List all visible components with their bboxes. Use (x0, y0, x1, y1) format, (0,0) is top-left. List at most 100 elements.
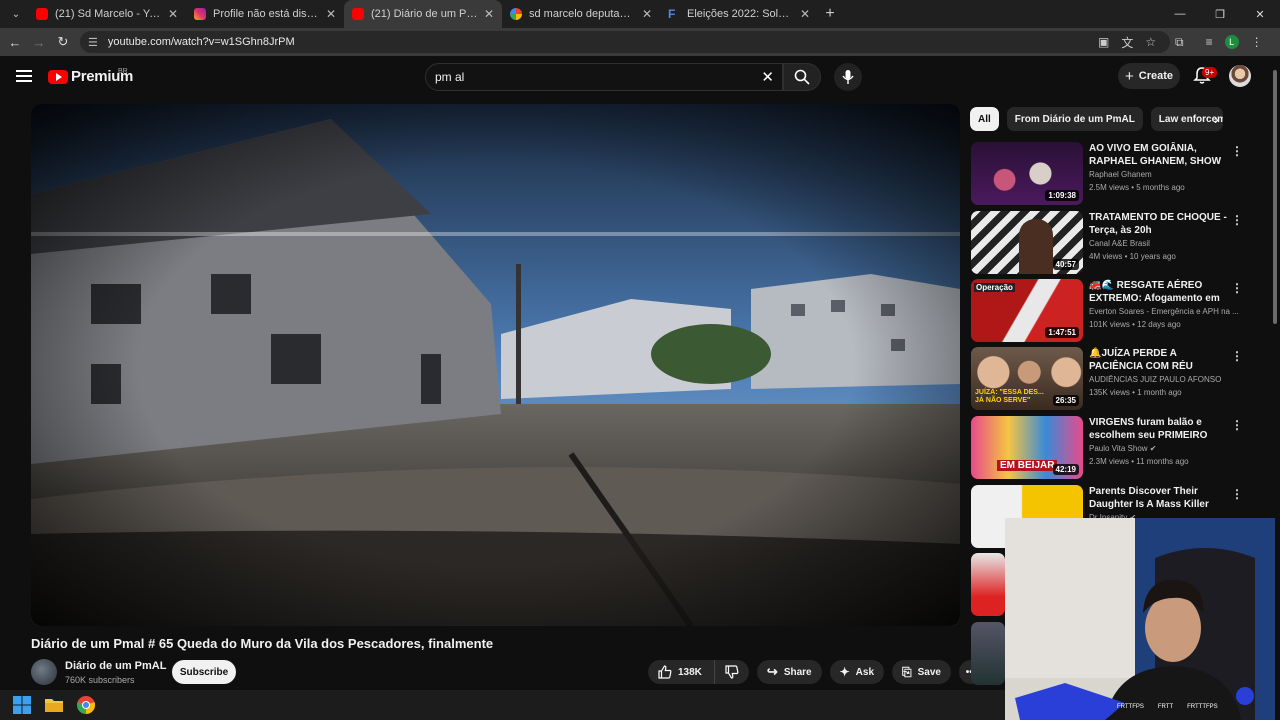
back-icon[interactable]: ← (3, 35, 27, 50)
video-thumbnail[interactable]: Operação 1:47:51 (971, 279, 1083, 342)
thumbnail-caption: JUÍZA: "ESSA DES... JÁ NÃO SERVE" (975, 389, 1044, 404)
url-bar[interactable]: ☰ youtube.com/watch?v=w1SGhn8JrPM (80, 31, 1170, 53)
tab-title: (21) Diário de um Pmal # 65 Qu (371, 8, 478, 20)
filter-chips: All From Diário de um PmAL Law enforceme (970, 107, 1223, 131)
webcam-label: FRTTFPS (1117, 704, 1144, 710)
channel-avatar[interactable] (31, 659, 57, 685)
window-controls: — ❐ ✕ (1160, 0, 1280, 28)
close-tab-icon[interactable]: ✕ (800, 7, 810, 21)
save-label: Save (917, 666, 941, 678)
recommendation-item[interactable]: Operação 1:47:51 🚒🌊 RESGATE AÉREO EXTREM… (971, 279, 1271, 343)
video-duration: 42:19 (1052, 464, 1079, 475)
video-duration: 40:57 (1052, 259, 1079, 270)
chip-law-enforcement[interactable]: Law enforceme (1150, 107, 1223, 131)
recommendation-item[interactable]: 40:57 TRATAMENTO DE CHOQUE - Terça, às 2… (971, 211, 1271, 275)
close-window-icon[interactable]: ✕ (1240, 0, 1280, 28)
media-control-icon[interactable]: ≡ (1206, 35, 1213, 49)
cast-icon[interactable]: ▣ (1098, 35, 1109, 49)
recommendation-channel: Paulo Vita Show ✔ (1089, 444, 1157, 453)
site-info-icon[interactable]: ☰ (88, 36, 98, 49)
recommendation-item[interactable]: JUÍZA: "ESSA DES... JÁ NÃO SERVE" 26:35 … (971, 347, 1271, 411)
video-thumbnail[interactable]: EM BEIJAR 42:19 (971, 416, 1083, 479)
video-frame (31, 104, 960, 626)
more-vert-icon[interactable]: ⋮ (1231, 144, 1243, 158)
video-duration: 1:47:51 (1045, 327, 1079, 338)
video-thumbnail[interactable] (971, 553, 1005, 616)
more-vert-icon[interactable]: ⋮ (1231, 213, 1243, 227)
youtube-header: Premium BR pm al ✕ + Create (0, 56, 1280, 98)
close-tab-icon[interactable]: ✕ (168, 7, 178, 21)
file-explorer-icon[interactable] (44, 695, 64, 715)
recommendation-channel: AUDIÊNCIAS JUIZ PAULO AFONSO (1089, 375, 1222, 384)
close-tab-icon[interactable]: ✕ (642, 7, 652, 21)
subscribe-button[interactable]: Subscribe (172, 660, 236, 684)
chevron-right-icon[interactable]: › (1214, 111, 1219, 127)
recommendation-meta: 4M views • 10 years ago (1089, 252, 1176, 261)
more-vert-icon[interactable]: ⋮ (1231, 281, 1243, 295)
tab-title: (21) Sd Marcelo - YouTube (55, 8, 162, 20)
menu-icon[interactable] (16, 70, 32, 82)
video-actions: 138K ↪ Share ✦ Ask ⎘ Save ••• (648, 660, 983, 684)
recommendation-meta: 2.3M views • 11 months ago (1089, 457, 1189, 466)
video-thumbnail[interactable] (971, 622, 1005, 685)
browser-tab-active[interactable]: (21) Diário de um Pmal # 65 Qu ✕ (344, 0, 502, 28)
recommendation-title: AO VIVO EM GOIÂNIA, RAPHAEL GHANEM, SHOW… (1089, 143, 1222, 167)
video-player[interactable] (31, 104, 960, 626)
recommendation-title: 🚒🌊 RESGATE AÉREO EXTREMO: Afogamento em … (1089, 280, 1220, 304)
youtube-logo[interactable]: Premium BR (48, 68, 133, 85)
plus-icon: + (1124, 67, 1134, 85)
recommendation-item[interactable]: EM BEIJAR 42:19 VIRGENS furam balão e es… (971, 416, 1271, 480)
close-tab-icon[interactable]: ✕ (326, 7, 336, 21)
browser-tab[interactable]: sd marcelo deputado federal 2 ✕ (502, 0, 660, 28)
windows-start-icon[interactable] (12, 695, 32, 715)
minimize-icon[interactable]: — (1160, 0, 1200, 28)
share-label: Share (783, 666, 812, 678)
video-duration: 26:35 (1052, 395, 1079, 406)
create-button[interactable]: + Create (1118, 63, 1180, 89)
search-input[interactable]: pm al ✕ (425, 63, 783, 91)
browser-tab[interactable]: Profile não está disponível • Ins ✕ (186, 0, 344, 28)
chip-from-channel[interactable]: From Diário de um PmAL (1006, 107, 1143, 131)
new-tab-button[interactable]: + (818, 5, 842, 23)
chrome-icon[interactable] (76, 695, 96, 715)
subscriber-count: 760K subscribers (65, 675, 135, 685)
page-scrollbar[interactable] (1273, 70, 1277, 324)
like-button[interactable]: 138K (648, 660, 714, 684)
dislike-button[interactable] (713, 660, 749, 684)
video-thumbnail[interactable]: JUÍZA: "ESSA DES... JÁ NÃO SERVE" 26:35 (971, 347, 1083, 410)
browser-menu-icon[interactable]: ⋮ (1251, 35, 1263, 49)
browser-tab[interactable]: (21) Sd Marcelo - YouTube ✕ (28, 0, 186, 28)
extensions-icon[interactable]: ⧉ (1175, 35, 1184, 50)
save-button[interactable]: ⎘ Save (892, 660, 951, 684)
restore-icon[interactable]: ❐ (1200, 0, 1240, 28)
share-button[interactable]: ↪ Share (756, 660, 822, 684)
search-button[interactable] (783, 63, 821, 91)
country-code: BR (118, 68, 128, 75)
browser-tab[interactable]: F Eleições 2022: Soldado Marcelo ✕ (660, 0, 818, 28)
more-vert-icon[interactable]: ⋮ (1231, 418, 1243, 432)
chip-all[interactable]: All (970, 107, 999, 131)
browser-tab-bar: ⌄ (21) Sd Marcelo - YouTube ✕ Profile nã… (0, 0, 1280, 28)
more-vert-icon[interactable]: ⋮ (1231, 487, 1243, 501)
forward-icon[interactable]: → (27, 35, 51, 50)
tab-title: Eleições 2022: Soldado Marcelo (687, 8, 794, 20)
recommendation-item[interactable]: 1:09:38 AO VIVO EM GOIÂNIA, RAPHAEL GHAN… (971, 142, 1271, 206)
reload-icon[interactable]: ↻ (51, 34, 75, 50)
ask-button[interactable]: ✦ Ask (829, 660, 885, 684)
profile-icon[interactable]: L (1224, 35, 1239, 49)
account-avatar[interactable] (1229, 65, 1251, 87)
extension-icons: ⧉ ≡ L ⋮ (1175, 28, 1263, 56)
tab-search-button[interactable]: ⌄ (4, 4, 28, 24)
voice-search-button[interactable] (834, 63, 862, 91)
video-thumbnail[interactable]: 1:09:38 (971, 142, 1083, 205)
webcam-labels: FRTTFPS FRTT FRTTTFPS (1117, 704, 1218, 710)
notification-badge: 9+ (1202, 67, 1218, 78)
bookmark-star-icon[interactable]: ☆ (1145, 35, 1156, 49)
more-vert-icon[interactable]: ⋮ (1231, 349, 1243, 363)
video-thumbnail[interactable]: 40:57 (971, 211, 1083, 274)
clear-search-icon[interactable]: ✕ (761, 68, 774, 86)
like-count: 138K (678, 666, 702, 678)
translate-icon[interactable]: 文 (1121, 34, 1133, 51)
channel-name[interactable]: Diário de um PmAL (65, 660, 166, 672)
close-tab-icon[interactable]: ✕ (484, 7, 494, 21)
